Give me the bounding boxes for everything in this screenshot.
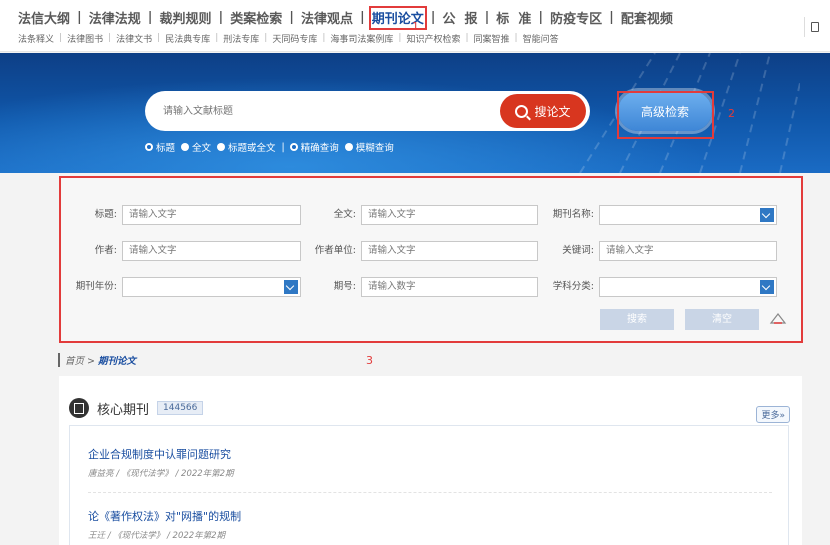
advanced-search-panel: 标题: 请输入文字 全文: 请输入文字 期刊名称: 作者: 请输入文字 作者单位… xyxy=(59,176,803,343)
radio-selected-icon xyxy=(145,143,153,151)
page-icon xyxy=(810,22,819,32)
year-select[interactable] xyxy=(122,277,301,297)
list-item: 论《著作权法》对"网播"的规制 王迁 / 《现代法学》 / 2022年第2期 xyxy=(88,508,241,541)
title-field[interactable]: 请输入文字 xyxy=(122,205,301,225)
search-paper-button[interactable]: 搜论文 xyxy=(500,94,586,128)
breadcrumb: 首页 > 期刊论文 xyxy=(58,353,136,367)
year-label: 期刊年份: xyxy=(75,281,117,292)
more-button[interactable]: 更多» xyxy=(756,406,790,423)
subnav-item[interactable]: 法条释义 xyxy=(18,32,54,45)
journal-select[interactable] xyxy=(599,205,777,225)
top-navigation: 法信大纲 | 法律法规 | 裁判规则 | 类案检索 | 法律观点 | 期刊论文 | 公 报 |… xyxy=(0,0,830,52)
breadcrumb-home[interactable]: 首页 xyxy=(65,356,84,367)
fulltext-field[interactable]: 请输入文字 xyxy=(361,205,538,225)
search-icon xyxy=(515,104,529,118)
article-meta: 王迁 / 《现代法学》 / 2022年第2期 xyxy=(88,531,226,541)
journal-label: 期刊名称: xyxy=(552,209,594,220)
annotation-marker-3: 3 xyxy=(366,354,373,367)
org-label: 作者单位: xyxy=(314,245,356,256)
breadcrumb-current: 期刊论文 xyxy=(98,356,137,367)
article-meta: 唐益亮 / 《现代法学》 / 2022年第2期 xyxy=(88,469,234,479)
chevron-down-icon xyxy=(760,208,774,222)
author-label: 作者: xyxy=(94,245,117,256)
search-input[interactable] xyxy=(163,102,483,120)
keyword-field[interactable]: 请输入文字 xyxy=(599,241,777,261)
subject-select[interactable] xyxy=(599,277,777,297)
radio-fulltext[interactable]: 全文 xyxy=(181,140,211,154)
annotation-marker-2: 2 xyxy=(728,107,735,120)
nav-item-gazette[interactable]: 公 报 xyxy=(443,8,478,27)
subnav-item[interactable]: 天同码专库 xyxy=(272,32,317,45)
issue-label: 期号: xyxy=(333,281,356,292)
core-journals-card: 核心期刊 144566 更多» 企业合规制度中认罪问题研究 唐益亮 / 《现代法… xyxy=(59,376,802,545)
search-options: 标题 全文 标题或全文 | 精确查询 模糊查询 xyxy=(145,140,400,154)
keyword-label: 关键词: xyxy=(562,245,594,256)
radio-icon xyxy=(344,143,353,151)
nav-item-standards[interactable]: 标 准 xyxy=(496,8,531,27)
list-item: 企业合规制度中认罪问题研究 唐益亮 / 《现代法学》 / 2022年第2期 xyxy=(88,446,234,479)
annotation-frame-advanced xyxy=(617,91,714,139)
article-title[interactable]: 论《著作权法》对"网播"的规制 xyxy=(88,508,241,524)
search-box: 搜论文 xyxy=(145,91,590,131)
radio-title-or-fulltext[interactable]: 标题或全文 xyxy=(217,140,276,154)
search-button-label: 搜论文 xyxy=(534,104,571,119)
radio-selected-icon xyxy=(289,143,298,151)
nav-item-case-search[interactable]: 类案检索 xyxy=(230,8,282,27)
panel-clear-button[interactable]: 清空 xyxy=(685,309,759,330)
org-field[interactable]: 请输入文字 xyxy=(361,241,538,261)
article-title[interactable]: 企业合规制度中认罪问题研究 xyxy=(88,446,234,462)
subnav-item[interactable]: 法律图书 xyxy=(67,32,103,45)
core-journals-header: 核心期刊 144566 xyxy=(69,398,204,418)
toolbar-page-icon[interactable] xyxy=(804,17,824,37)
subnav-item[interactable]: 海事司法案例库 xyxy=(330,32,393,45)
sub-nav: 法条释义 | 法律图书 | 法律文书 | 民法典专库 | 刑法专库 | 天同码专库 | 海事… xyxy=(18,32,559,45)
radio-icon xyxy=(181,143,190,151)
radio-fuzzy[interactable]: 模糊查询 xyxy=(344,140,394,154)
author-field[interactable]: 请输入文字 xyxy=(122,241,301,261)
chevron-down-icon xyxy=(284,280,298,294)
nav-item-laws[interactable]: 法律法规 xyxy=(89,8,141,27)
divider xyxy=(88,492,772,493)
fulltext-label: 全文: xyxy=(333,209,356,220)
radio-exact[interactable]: 精确查询 xyxy=(289,140,339,154)
nav-item-epidemic[interactable]: 防疫专区 xyxy=(550,8,602,27)
panel-search-button[interactable]: 搜索 xyxy=(600,309,674,330)
main-nav: 法信大纲 | 法律法规 | 裁判规则 | 类案检索 | 法律观点 | 期刊论文 | 公 报 |… xyxy=(18,5,673,30)
nav-item-rulings[interactable]: 裁判规则 xyxy=(160,8,212,27)
nav-item-videos[interactable]: 配套视频 xyxy=(621,8,673,27)
count-badge: 144566 xyxy=(157,401,204,415)
issue-field[interactable]: 请输入数字 xyxy=(361,277,538,297)
radio-title[interactable]: 标题 xyxy=(145,140,175,154)
chevron-down-icon xyxy=(760,280,774,294)
subnav-item[interactable]: 知识产权检索 xyxy=(406,32,460,45)
article-list: 企业合规制度中认罪问题研究 唐益亮 / 《现代法学》 / 2022年第2期 论《… xyxy=(69,425,789,545)
book-icon xyxy=(69,398,89,418)
subject-label: 学科分类: xyxy=(552,281,594,292)
collapse-up-icon[interactable] xyxy=(769,311,787,325)
radio-icon xyxy=(217,143,226,151)
section-title: 核心期刊 xyxy=(97,402,150,418)
subnav-item[interactable]: 刑法专库 xyxy=(223,32,259,45)
title-label: 标题: xyxy=(94,209,117,220)
nav-item-legal-views[interactable]: 法律观点 xyxy=(301,8,353,27)
subnav-item[interactable]: 民法典专库 xyxy=(165,32,210,45)
subnav-item[interactable]: 智能问答 xyxy=(523,32,559,45)
subnav-item[interactable]: 法律文书 xyxy=(116,32,152,45)
nav-item-outline[interactable]: 法信大纲 xyxy=(18,8,70,27)
subnav-item[interactable]: 同案智推 xyxy=(474,32,510,45)
